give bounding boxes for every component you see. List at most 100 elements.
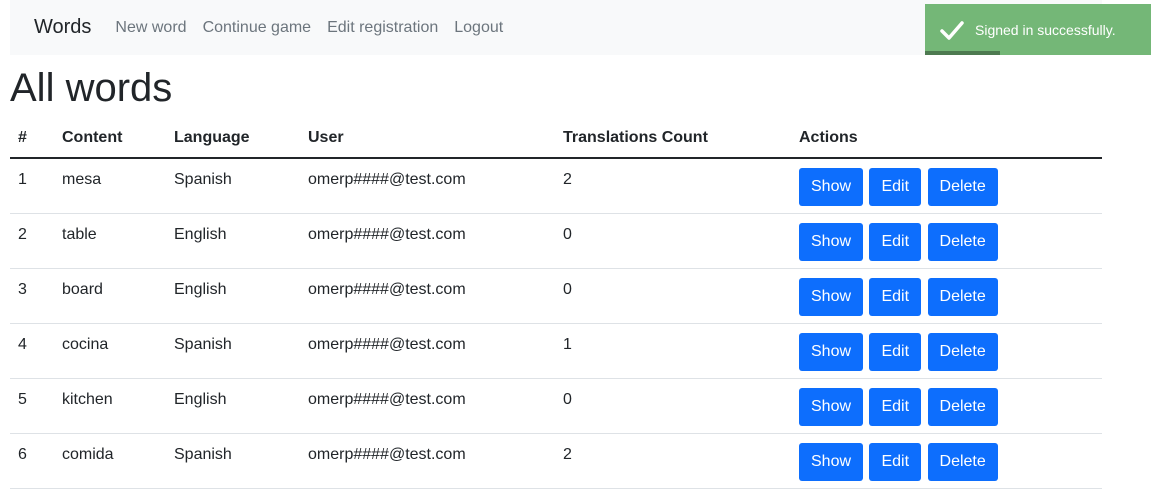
toast-message: Signed in successfully. xyxy=(975,21,1116,38)
delete-button[interactable]: Delete xyxy=(927,442,998,481)
row-id: 1 xyxy=(18,171,27,188)
page-title: All words xyxy=(10,66,173,110)
cell-number: 1 xyxy=(10,158,54,214)
cell-language: English xyxy=(166,213,300,269)
navbar-brand[interactable]: Words xyxy=(34,16,91,39)
cell-count: 0 xyxy=(555,213,791,269)
cell-content: cocina xyxy=(54,323,166,379)
show-button[interactable]: Show xyxy=(799,168,864,206)
cell-actions: Show Edit Delete xyxy=(791,378,1102,434)
edit-button[interactable]: Edit xyxy=(869,332,922,371)
cell-user: omerp####@test.com xyxy=(300,268,555,324)
delete-button[interactable]: Delete xyxy=(927,332,998,371)
row-language: English xyxy=(174,225,227,243)
row-content: table xyxy=(62,225,97,243)
cell-content: comida xyxy=(54,433,166,489)
header-translations-count: Translations Count xyxy=(555,119,791,159)
cell-actions: Show Edit Delete xyxy=(791,268,1102,324)
row-content: comida xyxy=(62,445,114,463)
cell-user: omerp####@test.com xyxy=(300,323,555,379)
table-row: 1 mesa Spanish omerp####@test.com 2 Show… xyxy=(10,158,1102,214)
show-button[interactable]: Show xyxy=(799,222,864,261)
nav-link-continue-game[interactable]: Continue game xyxy=(203,19,312,37)
toast-notification[interactable]: Signed in successfully. xyxy=(925,4,1151,55)
show-button[interactable]: Show xyxy=(799,442,864,481)
row-content: mesa xyxy=(62,171,102,188)
header-language: Language xyxy=(166,119,300,159)
row-content: cocina xyxy=(62,335,109,353)
header-actions: Actions xyxy=(791,119,1102,159)
row-language: English xyxy=(174,280,227,298)
row-language: English xyxy=(174,390,227,408)
delete-button[interactable]: Delete xyxy=(927,168,998,206)
cell-number: 6 xyxy=(10,433,54,489)
cell-language: English xyxy=(166,268,300,324)
show-button[interactable]: Show xyxy=(799,277,864,316)
cell-user: omerp####@test.com xyxy=(300,433,555,489)
row-translations-count: 1 xyxy=(563,335,572,353)
cell-content: mesa xyxy=(54,158,166,214)
table-row: 4 cocina Spanish omerp####@test.com 1 Sh… xyxy=(10,323,1102,379)
cell-language: Spanish xyxy=(166,158,300,214)
row-translations-count: 0 xyxy=(563,280,572,298)
cell-user: omerp####@test.com xyxy=(300,378,555,434)
cell-number: 3 xyxy=(10,268,54,324)
cell-actions: Show Edit Delete xyxy=(791,323,1102,379)
row-language: Spanish xyxy=(174,335,232,353)
show-button[interactable]: Show xyxy=(799,332,864,371)
cell-actions: Show Edit Delete xyxy=(791,213,1102,269)
row-translations-count: 0 xyxy=(563,225,572,243)
delete-button[interactable]: Delete xyxy=(927,222,998,261)
delete-button[interactable]: Delete xyxy=(927,387,998,426)
table-row: 2 table English omerp####@test.com 0 Sho… xyxy=(10,213,1102,269)
cell-count: 2 xyxy=(555,158,791,214)
edit-button[interactable]: Edit xyxy=(869,222,922,261)
edit-button[interactable]: Edit xyxy=(869,168,922,206)
nav-link-new-word[interactable]: New word xyxy=(115,19,186,37)
edit-button[interactable]: Edit xyxy=(869,387,922,426)
row-content: kitchen xyxy=(62,390,113,408)
row-user: omerp####@test.com xyxy=(308,445,466,463)
cell-number: 5 xyxy=(10,378,54,434)
show-button[interactable]: Show xyxy=(799,387,864,426)
row-user: omerp####@test.com xyxy=(308,280,466,298)
row-user: omerp####@test.com xyxy=(308,335,466,353)
row-id: 3 xyxy=(18,280,27,298)
row-id: 4 xyxy=(18,335,27,353)
cell-number: 2 xyxy=(10,213,54,269)
cell-number: 4 xyxy=(10,323,54,379)
row-user: omerp####@test.com xyxy=(308,390,466,408)
row-user: omerp####@test.com xyxy=(308,171,466,188)
delete-button[interactable]: Delete xyxy=(927,277,998,316)
words-table: # Content Language User Translations Cou… xyxy=(10,119,1102,489)
cell-count: 2 xyxy=(555,433,791,489)
toast-progress-bar xyxy=(925,51,1000,55)
cell-count: 1 xyxy=(555,323,791,379)
table-row: 6 comida Spanish omerp####@test.com 2 Sh… xyxy=(10,433,1102,489)
cell-content: kitchen xyxy=(54,378,166,434)
cell-language: Spanish xyxy=(166,433,300,489)
cell-language: Spanish xyxy=(166,323,300,379)
nav-link-edit-registration[interactable]: Edit registration xyxy=(327,19,438,37)
cell-content: table xyxy=(54,213,166,269)
row-id: 6 xyxy=(18,445,27,463)
cell-language: English xyxy=(166,378,300,434)
row-translations-count: 0 xyxy=(563,390,572,408)
check-icon xyxy=(940,20,964,40)
row-translations-count: 2 xyxy=(563,445,572,463)
row-id: 5 xyxy=(18,390,27,408)
cell-actions: Show Edit Delete xyxy=(791,158,1102,214)
cell-count: 0 xyxy=(555,378,791,434)
cell-content: board xyxy=(54,268,166,324)
row-translations-count: 2 xyxy=(563,171,572,188)
cell-actions: Show Edit Delete xyxy=(791,433,1102,489)
edit-button[interactable]: Edit xyxy=(869,442,922,481)
nav-link-logout[interactable]: Logout xyxy=(454,19,503,37)
cell-user: omerp####@test.com xyxy=(300,158,555,214)
table-row: 5 kitchen English omerp####@test.com 0 S… xyxy=(10,378,1102,434)
table-header-row: # Content Language User Translations Cou… xyxy=(10,119,1102,159)
row-language: Spanish xyxy=(174,445,232,463)
cell-count: 0 xyxy=(555,268,791,324)
row-language: Spanish xyxy=(174,171,232,188)
edit-button[interactable]: Edit xyxy=(869,277,922,316)
